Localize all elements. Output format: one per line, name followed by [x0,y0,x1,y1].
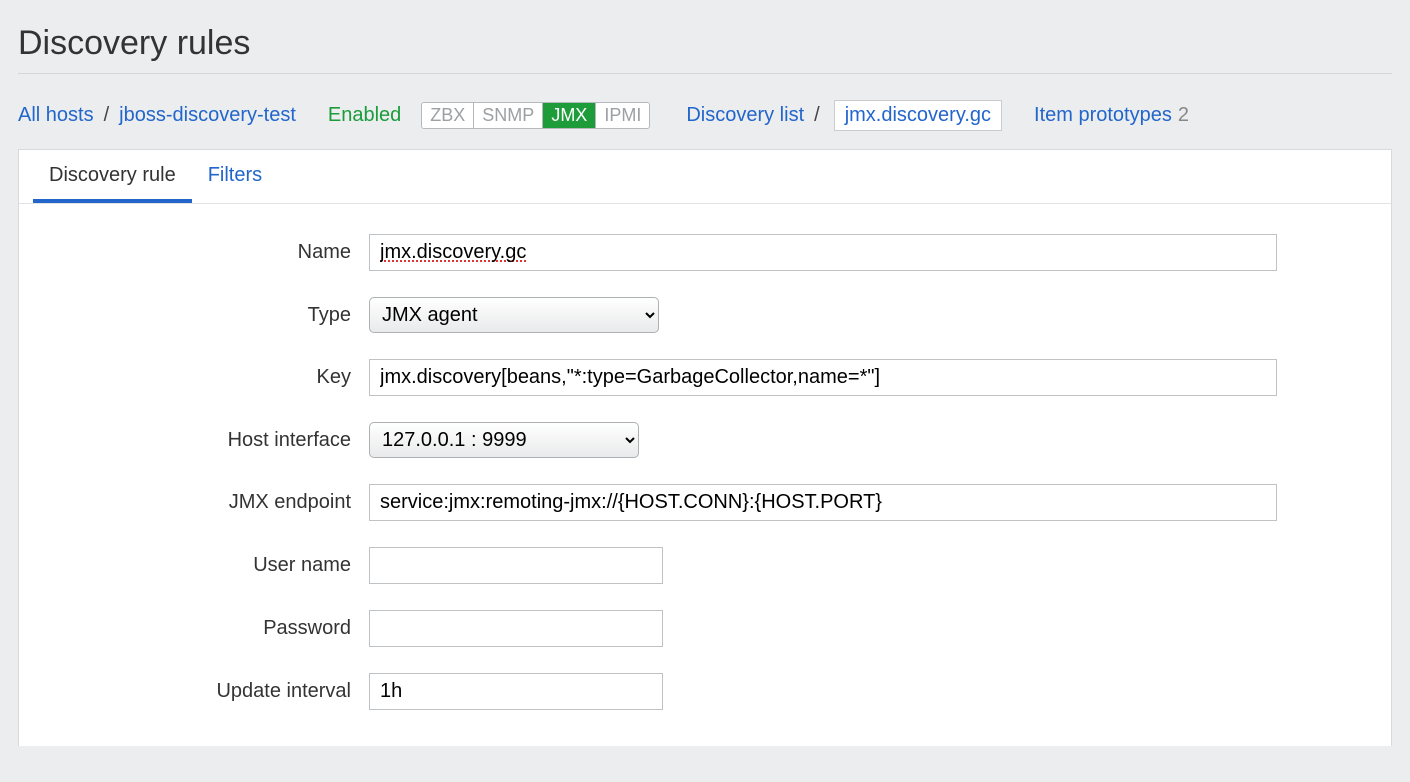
badge-jmx: JMX [542,103,595,128]
badge-zbx: ZBX [422,103,473,128]
tab-filters[interactable]: Filters [192,150,278,203]
name-input[interactable] [369,234,1277,271]
badge-snmp: SNMP [473,103,542,128]
key-input[interactable] [369,359,1277,396]
item-prototypes-link[interactable]: Item prototypes [1034,104,1172,127]
item-prototypes-count: 2 [1178,104,1189,127]
host-interface-label: Host interface [39,429,369,452]
breadcrumb-separator: / [814,104,820,127]
update-interval-input[interactable] [369,673,663,710]
user-name-input[interactable] [369,547,663,584]
discovery-list-link[interactable]: Discovery list [686,104,804,127]
page-title: Discovery rules [18,24,1392,74]
key-label: Key [39,366,369,389]
host-interface-select[interactable]: 127.0.0.1 : 9999 [369,422,639,458]
current-discovery-box: jmx.discovery.gc [834,100,1002,131]
type-select[interactable]: JMX agent [369,297,659,333]
password-input[interactable] [369,610,663,647]
all-hosts-link[interactable]: All hosts [18,104,94,127]
tab-discovery-rule[interactable]: Discovery rule [33,150,192,203]
status-enabled-label: Enabled [328,104,401,127]
user-name-label: User name [39,554,369,577]
breadcrumb: All hosts / jboss-discovery-test Enabled… [18,100,1392,131]
type-label: Type [39,304,369,327]
jmx-endpoint-label: JMX endpoint [39,491,369,514]
jmx-endpoint-input[interactable] [369,484,1277,521]
config-panel: Discovery rule Filters Name Type JMX age… [18,149,1392,746]
breadcrumb-separator: / [104,104,110,127]
interface-badges: ZBX SNMP JMX IPMI [421,102,650,129]
badge-ipmi: IPMI [595,103,649,128]
name-label: Name [39,241,369,264]
tabs: Discovery rule Filters [19,150,1391,204]
host-link[interactable]: jboss-discovery-test [119,104,296,127]
update-interval-label: Update interval [39,680,369,703]
form: Name Type JMX agent Key [19,204,1391,746]
password-label: Password [39,617,369,640]
